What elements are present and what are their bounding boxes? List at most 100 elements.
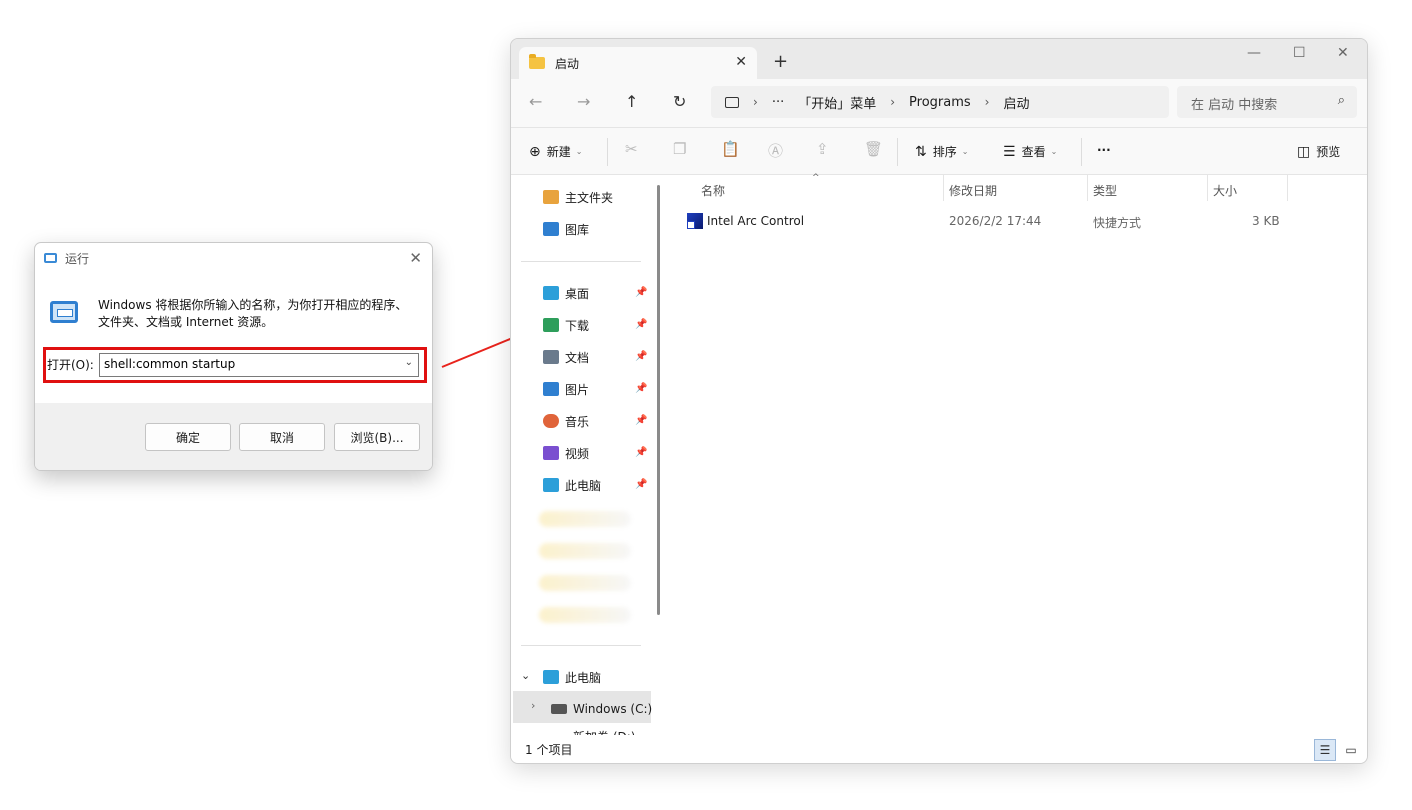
add-icon: ⊕ bbox=[529, 143, 541, 160]
run-description: Windows 将根据你所输入的名称，为你打开相应的程序、文件夹、文档或 Int… bbox=[98, 298, 408, 329]
tab-bar: 启动 ✕ + — ☐ ✕ bbox=[511, 39, 1367, 79]
rename-icon[interactable]: Ⓐ bbox=[768, 140, 783, 161]
sidebar-item-label: 图片 bbox=[565, 382, 590, 397]
close-window-button[interactable]: ✕ bbox=[1337, 45, 1349, 61]
sort-ascending-icon: ^ bbox=[812, 173, 820, 183]
sidebar-item-label: 音乐 bbox=[565, 414, 590, 429]
refresh-button[interactable]: ↻ bbox=[673, 92, 686, 111]
minimize-button[interactable]: — bbox=[1247, 45, 1261, 61]
chevron-down-icon: ⌄ bbox=[961, 147, 969, 156]
sidebar-item-gallery[interactable]: 图库 bbox=[543, 219, 589, 239]
breadcrumb-start-menu[interactable]: 「开始」菜单 bbox=[798, 93, 876, 112]
up-button[interactable]: ↑ bbox=[625, 92, 638, 111]
sidebar-item-label: 此电脑 bbox=[565, 478, 602, 493]
copy-icon[interactable]: ❐ bbox=[673, 140, 686, 158]
ok-button[interactable]: 确定 bbox=[145, 423, 231, 451]
address-bar[interactable]: › ··· 「开始」菜单 › Programs › 启动 bbox=[711, 86, 1169, 118]
sidebar-item-label: 此电脑 bbox=[565, 670, 602, 685]
view-label: 查看 bbox=[1021, 145, 1046, 159]
breadcrumb-programs[interactable]: Programs bbox=[909, 95, 971, 110]
preview-button[interactable]: ◫ 预览 bbox=[1297, 143, 1340, 160]
pin-icon: 📌 bbox=[635, 447, 648, 458]
browse-button[interactable]: 浏览(B)... bbox=[334, 423, 420, 451]
file-modified: 2026/2/2 17:44 bbox=[949, 214, 1042, 228]
sidebar-item-desktop[interactable]: 桌面 bbox=[543, 283, 589, 303]
column-header-size[interactable]: 大小 bbox=[1213, 182, 1237, 199]
column-divider[interactable] bbox=[1087, 175, 1088, 201]
sort-button[interactable]: ⇅ 排序 ⌄ bbox=[915, 143, 968, 160]
home-icon bbox=[543, 190, 559, 204]
file-explorer-window: 启动 ✕ + — ☐ ✕ ← → ↑ ↻ › ··· 「开始」菜单 › Prog… bbox=[510, 38, 1368, 764]
column-divider[interactable] bbox=[943, 175, 944, 201]
desktop-icon bbox=[543, 286, 559, 300]
sidebar-item-home[interactable]: 主文件夹 bbox=[543, 187, 613, 207]
navigation-bar: ← → ↑ ↻ › ··· 「开始」菜单 › Programs › 启动 在 启… bbox=[511, 79, 1367, 127]
run-app-icon bbox=[50, 301, 78, 323]
sidebar-item-videos[interactable]: 视频 bbox=[543, 443, 589, 463]
cut-icon[interactable]: ✂ bbox=[625, 140, 638, 158]
navigation-pane: 主文件夹 图库 桌面 📌 下载 📌 文档 📌 图片 📌 音乐 📌 视频 📌 此电… bbox=[511, 175, 661, 738]
tiles-view-icon[interactable]: ▭ bbox=[1340, 739, 1362, 761]
chevron-down-icon[interactable]: ⌄ bbox=[521, 669, 530, 682]
back-button[interactable]: ← bbox=[529, 92, 542, 111]
breadcrumb-startup[interactable]: 启动 bbox=[1003, 93, 1029, 112]
file-list: ^ 名称 修改日期 类型 大小 Intel Arc Control 2026/2… bbox=[667, 173, 1367, 735]
column-header-name[interactable]: 名称 bbox=[701, 182, 725, 199]
search-input[interactable]: 在 启动 中搜索 ⌕ bbox=[1177, 86, 1357, 118]
paste-icon[interactable]: 📋 bbox=[721, 140, 740, 158]
sidebar-item-drive-c[interactable]: Windows (C:) bbox=[551, 699, 652, 719]
sidebar-item-pictures[interactable]: 图片 bbox=[543, 379, 589, 399]
search-placeholder: 在 启动 中搜索 bbox=[1191, 98, 1278, 113]
new-tab-button[interactable]: + bbox=[773, 51, 788, 72]
column-divider[interactable] bbox=[1207, 175, 1208, 201]
divider bbox=[607, 138, 608, 166]
chevron-down-icon: ⌄ bbox=[1050, 147, 1058, 156]
run-title: 运行 bbox=[65, 251, 90, 266]
column-header-type[interactable]: 类型 bbox=[1093, 182, 1117, 199]
tab-startup[interactable]: 启动 ✕ bbox=[519, 47, 757, 79]
details-view-icon[interactable]: ☰ bbox=[1314, 739, 1336, 761]
file-row[interactable]: Intel Arc Control bbox=[687, 213, 804, 229]
column-divider[interactable] bbox=[1287, 175, 1288, 201]
divider bbox=[521, 261, 641, 262]
share-icon[interactable]: ⇪ bbox=[816, 140, 829, 158]
sidebar-item-music[interactable]: 音乐 bbox=[543, 411, 589, 431]
breadcrumb-separator: › bbox=[984, 95, 990, 109]
sort-icon: ⇅ bbox=[915, 143, 927, 160]
close-icon[interactable]: ✕ bbox=[409, 249, 422, 267]
file-type: 快捷方式 bbox=[1093, 216, 1142, 230]
breadcrumb-separator: › bbox=[753, 95, 758, 109]
new-button[interactable]: ⊕ 新建 ⌄ bbox=[529, 143, 582, 160]
more-options-button[interactable]: ··· bbox=[1097, 143, 1111, 157]
sidebar-scrollbar[interactable] bbox=[657, 185, 660, 615]
search-icon[interactable]: ⌕ bbox=[1338, 93, 1345, 108]
pin-icon: 📌 bbox=[635, 351, 648, 362]
downloads-icon bbox=[543, 318, 559, 332]
divider bbox=[1081, 138, 1082, 166]
sidebar-item-this-pc[interactable]: 此电脑 bbox=[543, 475, 601, 495]
main-area: 主文件夹 图库 桌面 📌 下载 📌 文档 📌 图片 📌 音乐 📌 视频 📌 此电… bbox=[511, 173, 1367, 738]
blurred-folder bbox=[539, 511, 631, 527]
forward-button[interactable]: → bbox=[577, 92, 590, 111]
chevron-right-icon[interactable]: › bbox=[531, 699, 535, 712]
item-count: 1 个项目 bbox=[525, 743, 573, 757]
view-button[interactable]: ☰ 查看 ⌄ bbox=[1003, 143, 1057, 160]
cancel-button[interactable]: 取消 bbox=[239, 423, 325, 451]
videos-icon bbox=[543, 446, 559, 460]
sidebar-item-this-pc-tree[interactable]: 此电脑 bbox=[543, 667, 601, 687]
pin-icon: 📌 bbox=[635, 383, 648, 394]
preview-label: 预览 bbox=[1316, 145, 1341, 159]
tab-close-icon[interactable]: ✕ bbox=[735, 54, 747, 70]
sidebar-item-documents[interactable]: 文档 bbox=[543, 347, 589, 367]
maximize-button[interactable]: ☐ bbox=[1293, 45, 1306, 61]
breadcrumb-separator: › bbox=[890, 95, 896, 109]
sidebar-item-label: 图库 bbox=[565, 222, 590, 237]
intel-arc-shortcut-icon bbox=[687, 213, 703, 229]
view-icon: ☰ bbox=[1003, 143, 1016, 160]
delete-icon[interactable]: 🗑 bbox=[864, 140, 883, 158]
column-header-modified[interactable]: 修改日期 bbox=[949, 182, 997, 199]
breadcrumb-ellipsis[interactable]: ··· bbox=[772, 95, 784, 110]
sidebar-item-label: 文档 bbox=[565, 350, 590, 365]
this-pc-icon bbox=[725, 96, 739, 108]
sidebar-item-downloads[interactable]: 下载 bbox=[543, 315, 589, 335]
